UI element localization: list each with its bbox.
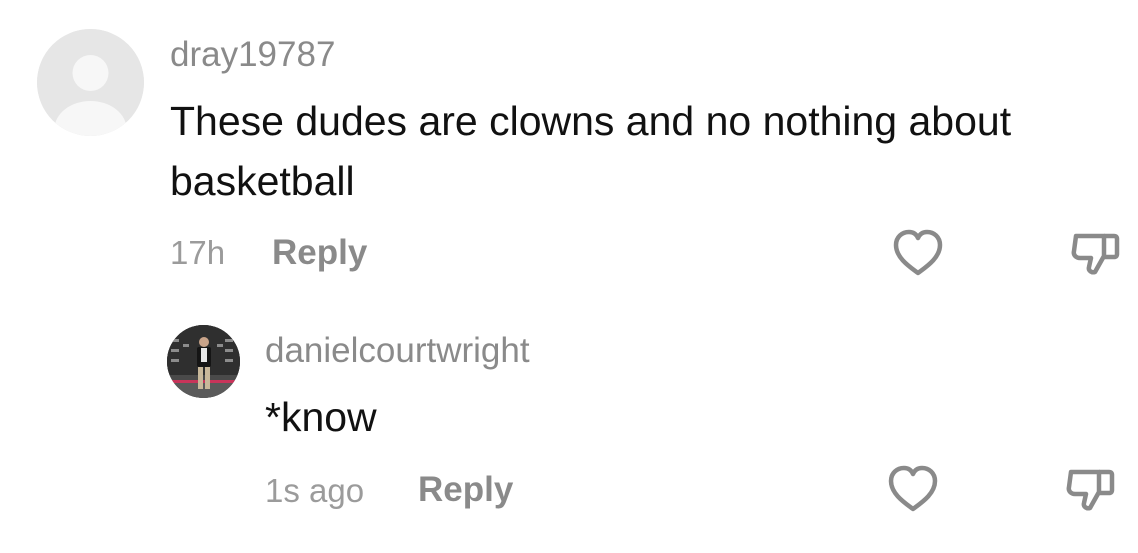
default-avatar-icon[interactable] xyxy=(37,29,144,136)
avatar[interactable] xyxy=(167,325,240,398)
heart-outline-icon[interactable] xyxy=(890,226,946,282)
reply-username[interactable]: danielcourtwright xyxy=(265,333,530,368)
reply-text: *know xyxy=(265,394,377,440)
comment-timestamp: 17h xyxy=(170,234,226,271)
comment-username[interactable]: dray19787 xyxy=(170,37,335,72)
comments-section: dray19787 These dudes are clowns and no … xyxy=(0,0,1138,553)
reply-timestamp: 1s ago xyxy=(265,472,365,509)
thumbs-down-icon[interactable] xyxy=(1063,462,1119,518)
comment-text: These dudes are clowns and no nothing ab… xyxy=(170,98,1012,204)
reply-reply-button[interactable]: Reply xyxy=(418,472,513,507)
comment-reply-button[interactable]: Reply xyxy=(272,235,367,270)
heart-outline-icon[interactable] xyxy=(885,462,941,518)
thumbs-down-icon[interactable] xyxy=(1068,226,1124,282)
